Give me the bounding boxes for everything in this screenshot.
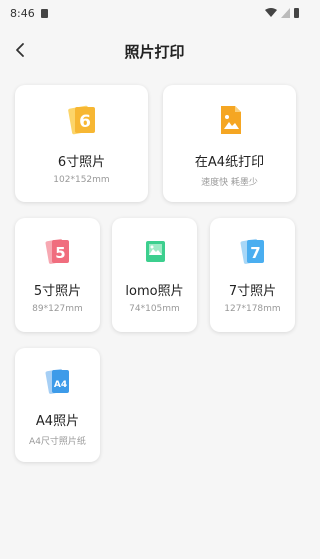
svg-text:A4: A4 (53, 380, 66, 390)
header: 照片打印 (0, 26, 309, 76)
card-5-inch-photo[interactable]: 5 5寸照片 89*127mm (15, 218, 100, 332)
card-a4-photo[interactable]: A4 A4照片 A4尺寸照片纸 (15, 348, 100, 462)
card-subtitle: 89*127mm (32, 304, 83, 314)
card-label: 6寸照片 (57, 155, 106, 170)
card-subtitle: 102*152mm (53, 175, 110, 185)
page-title: 照片打印 (124, 42, 185, 61)
card-6-inch-photo[interactable]: 6 6寸照片 102*152mm (15, 85, 148, 202)
card-label: A4照片 (35, 414, 80, 429)
photo-5-icon: 5 (43, 236, 73, 270)
card-label: 5寸照片 (33, 284, 82, 299)
status-time: 8:46 (10, 6, 35, 20)
battery-icon (294, 8, 299, 18)
sim-card-icon (40, 8, 48, 18)
photo-a4-icon: A4 (43, 366, 73, 400)
signal-icon (281, 8, 290, 18)
chevron-left-icon (16, 43, 24, 57)
card-subtitle: 速度快 耗墨少 (201, 178, 258, 188)
card-lomo-photo[interactable]: lomo照片 74*105mm (112, 218, 197, 332)
card-label: 7寸照片 (228, 284, 277, 299)
photo-7-icon: 7 (238, 236, 268, 270)
photo-6-icon: 6 (65, 103, 99, 141)
back-button[interactable] (6, 36, 34, 64)
card-print-on-a4[interactable]: 在A4纸打印 速度快 耗墨少 (163, 85, 296, 202)
svg-text:7: 7 (250, 244, 260, 262)
card-7-inch-photo[interactable]: 7 7寸照片 127*178mm (210, 218, 295, 332)
card-label: 在A4纸打印 (194, 155, 265, 170)
wifi-icon (265, 8, 277, 18)
svg-text:5: 5 (55, 244, 65, 262)
card-subtitle: 127*178mm (224, 304, 281, 314)
svg-text:6: 6 (79, 112, 91, 132)
card-subtitle: A4尺寸照片纸 (29, 437, 86, 447)
lomo-photo-icon (140, 236, 170, 270)
image-file-icon (213, 103, 247, 141)
card-label: lomo照片 (125, 284, 184, 299)
card-subtitle: 74*105mm (129, 304, 180, 314)
status-bar: 8:46 (0, 0, 309, 26)
